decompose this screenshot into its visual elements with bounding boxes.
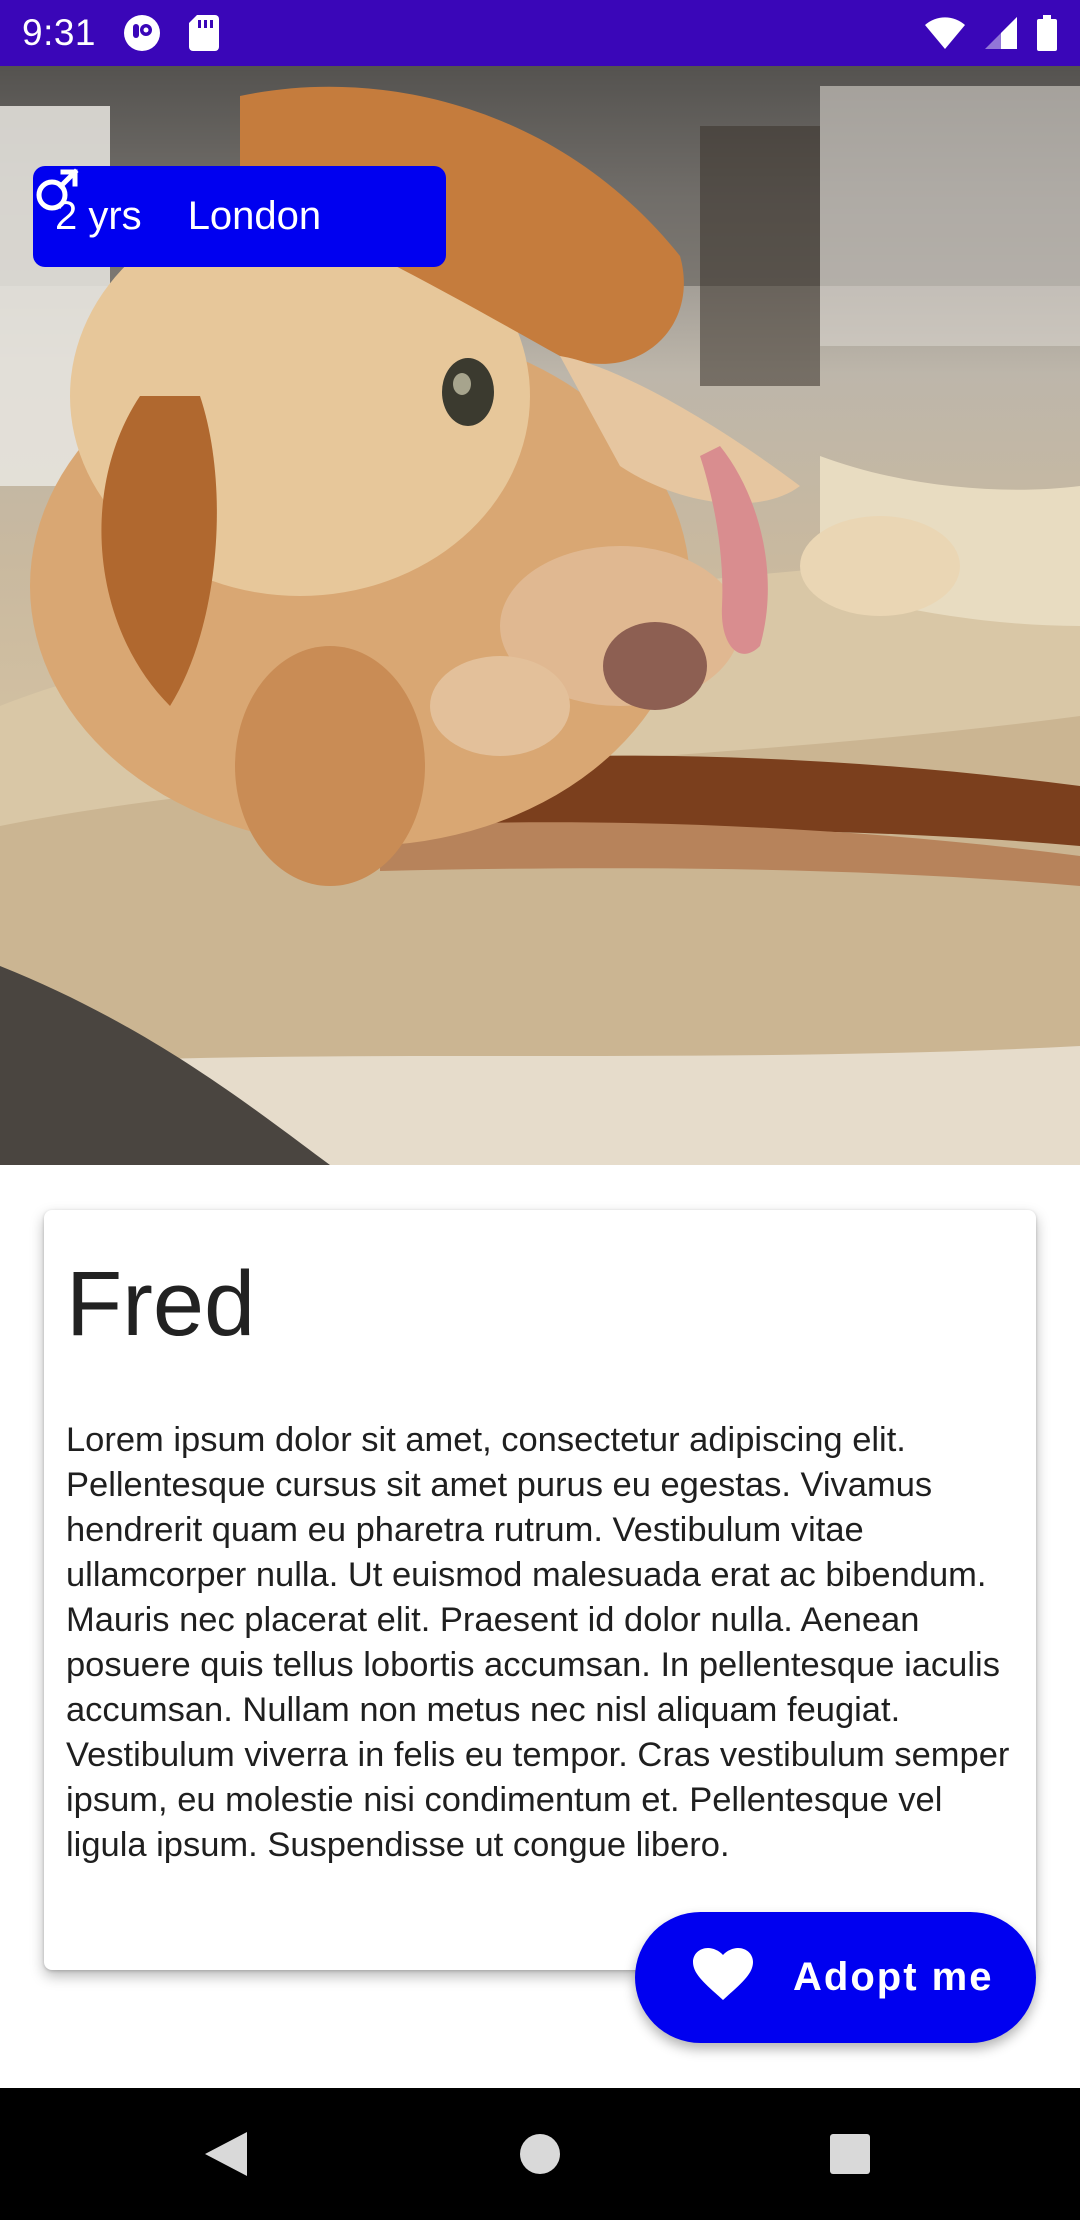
status-time: 9:31 — [22, 12, 97, 53]
home-icon[interactable] — [480, 2088, 600, 2220]
wifi-icon — [924, 16, 966, 50]
back-icon[interactable] — [166, 2088, 286, 2220]
recents-icon[interactable] — [790, 2088, 910, 2220]
heart-icon — [693, 1948, 753, 2007]
pet-info-chip: 2 yrs London — [33, 166, 446, 267]
status-left: 9:31 — [22, 12, 220, 54]
battery-icon — [1036, 15, 1058, 51]
pet-detail-screen: 9:31 2 yrs London Fred Lorem ipsum dolor… — [0, 0, 1080, 2220]
pet-name: Fred — [66, 1253, 256, 1355]
pet-description: Lorem ipsum dolor sit amet, consectetur … — [66, 1421, 1010, 1864]
system-navigation-bar — [0, 2088, 1080, 2220]
adopt-button[interactable]: Adopt me — [635, 1912, 1036, 2043]
pet-detail-card: Fred Lorem ipsum dolor sit amet, consect… — [44, 1210, 1036, 1970]
sd-card-icon — [188, 14, 220, 52]
cellular-signal-icon — [984, 16, 1018, 50]
adopt-button-label: Adopt me — [793, 1955, 994, 1999]
dog-photo: 2 yrs London — [0, 66, 1080, 1165]
notification-app-icon — [122, 13, 162, 53]
status-bar: 9:31 — [0, 0, 1080, 66]
pet-location: London — [187, 194, 322, 238]
status-right — [924, 15, 1058, 51]
